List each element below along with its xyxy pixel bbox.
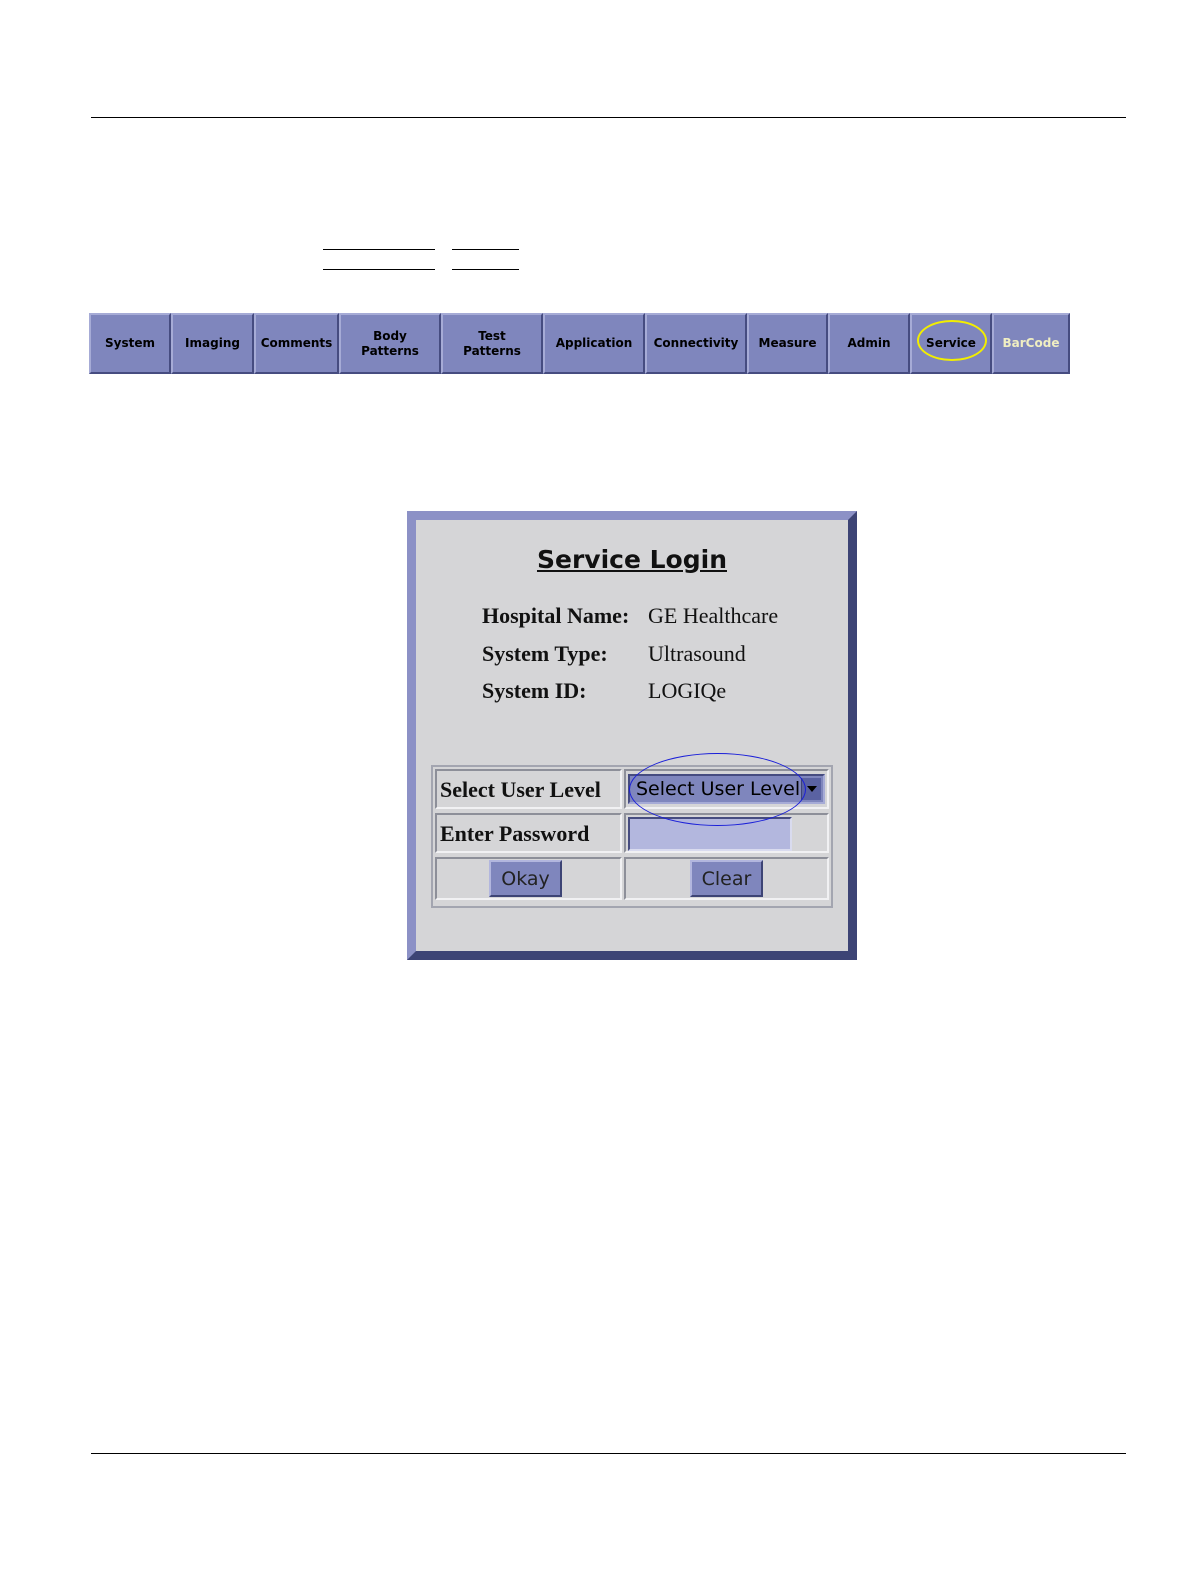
dialog-title: Service Login [536,545,727,574]
blank-line-2a [323,269,435,270]
system-id-value: LOGIQe [648,678,727,703]
header-rule [91,117,1126,118]
tab-connectivity-label: Connectivity [653,336,739,350]
user-level-selected-value: Select User Level [636,778,801,800]
tab-body-patterns-label: Body Patterns [361,328,419,358]
okay-button[interactable]: Okay [489,860,562,897]
utility-tab-bar: System Imaging Comments Body Patterns Te… [89,313,1070,374]
footer-rule [91,1453,1126,1454]
dropdown-arrow-icon[interactable] [801,778,821,800]
tab-barcode[interactable]: BarCode [992,313,1070,374]
tab-comments[interactable]: Comments [254,313,339,374]
system-id-label: System ID: [482,678,587,703]
blank-line-1a [323,249,435,250]
clear-button[interactable]: Clear [690,860,763,897]
tab-measure-label: Measure [758,336,817,350]
hospital-name-value: GE Healthcare [648,603,779,628]
tab-imaging[interactable]: Imaging [171,313,254,374]
tab-admin[interactable]: Admin [828,313,910,374]
tab-barcode-label: BarCode [1002,336,1060,350]
tab-service[interactable]: Service [910,313,992,374]
tab-application-label: Application [555,336,633,350]
blank-line-1b [452,249,519,250]
user-level-select[interactable]: Select User Level [628,774,825,804]
user-level-cell: Select User Level [624,769,829,809]
blank-line-2b [452,269,519,270]
user-level-label: Select User Level [435,769,622,809]
okay-cell: Okay [435,857,622,900]
login-form-table: Select User Level Select User Level Ente… [431,765,833,908]
tab-service-label: Service [926,336,976,350]
clear-cell: Clear [624,857,829,900]
tab-test-patterns[interactable]: Test Patterns [441,313,543,374]
system-type-value: Ultrasound [648,641,746,666]
password-cell [624,813,829,853]
tab-application[interactable]: Application [543,313,645,374]
tab-imaging-label: Imaging [185,336,240,350]
service-login-dialog: Service Login Hospital Name: GE Healthca… [407,511,857,960]
password-input[interactable] [628,817,792,851]
password-label: Enter Password [435,813,622,853]
hospital-name-label: Hospital Name: [482,603,630,628]
system-type-label: System Type: [482,641,608,666]
tab-test-patterns-label: Test Patterns [463,328,521,358]
tab-system-label: System [105,336,155,350]
tab-measure[interactable]: Measure [747,313,828,374]
tab-connectivity[interactable]: Connectivity [645,313,747,374]
tab-comments-label: Comments [260,336,333,350]
tab-system[interactable]: System [89,313,171,374]
tab-admin-label: Admin [847,336,891,350]
tab-body-patterns[interactable]: Body Patterns [339,313,441,374]
